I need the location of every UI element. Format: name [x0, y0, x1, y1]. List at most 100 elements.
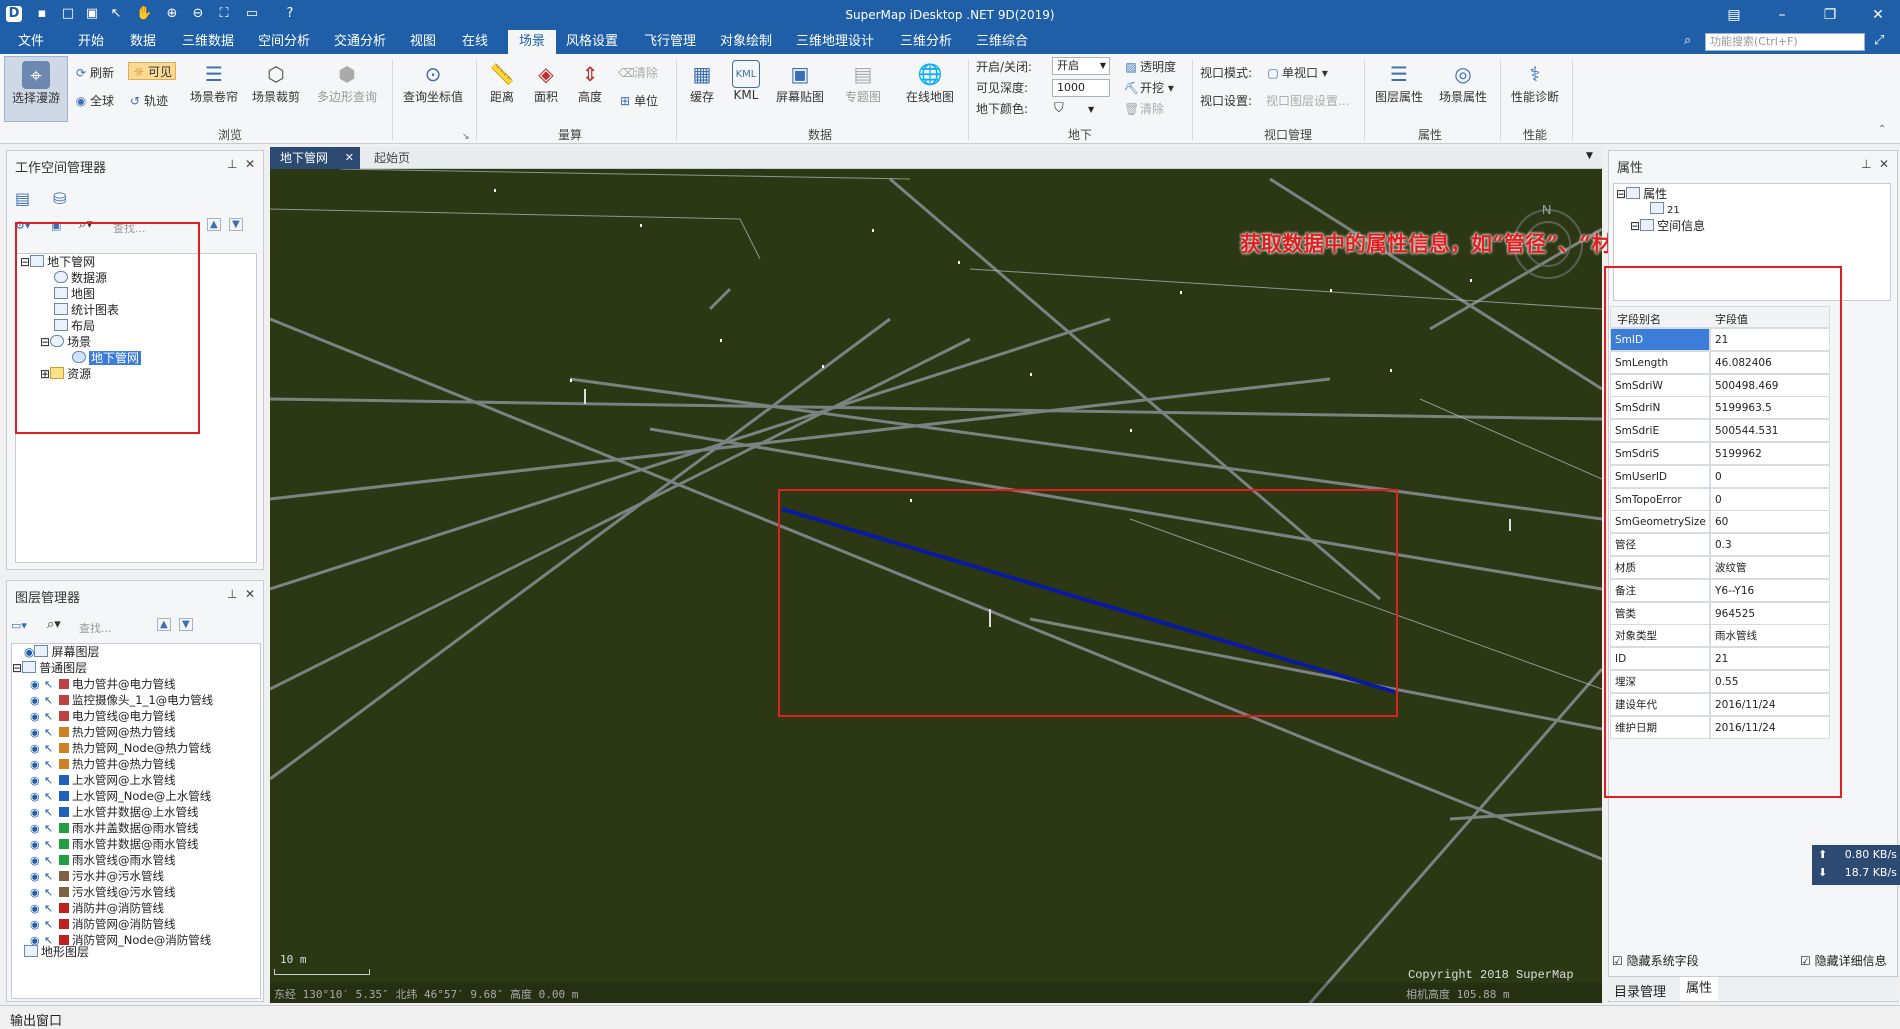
selectable-icon[interactable]: ↖: [44, 885, 56, 901]
selectable-icon[interactable]: ↖: [44, 917, 56, 933]
open-workspace-icon[interactable]: ⚙▾: [15, 219, 30, 232]
attribute-row[interactable]: 对象类型 雨水管线: [1610, 624, 1830, 648]
attribute-row[interactable]: 备注 Y6--Y16: [1610, 578, 1830, 602]
pin-icon[interactable]: ⊥: [227, 157, 237, 171]
selectable-icon[interactable]: ↖: [44, 901, 56, 917]
attribute-row[interactable]: 维护日期 2016/11/24: [1610, 715, 1830, 739]
visible-eye-icon[interactable]: ◉: [30, 805, 44, 821]
selectable-icon[interactable]: ↖: [44, 853, 56, 869]
selectable-icon[interactable]: ↖: [44, 741, 56, 757]
visible-eye-icon[interactable]: ◉: [30, 853, 44, 869]
tree-node-datasource[interactable]: 数据源: [54, 270, 107, 286]
scene-clip-button[interactable]: ⬡ 场景裁剪: [248, 60, 304, 105]
attribute-row[interactable]: SmLength 46.082406: [1610, 350, 1830, 374]
layer-style-icon[interactable]: ▭▾: [11, 619, 27, 632]
move-down-icon[interactable]: ▼: [179, 618, 193, 631]
attribute-row[interactable]: 埋深 0.55: [1610, 670, 1830, 693]
visible-eye-icon[interactable]: ◉: [30, 773, 44, 789]
cache-button[interactable]: ▦ 缓存: [682, 60, 722, 105]
selectable-icon[interactable]: ↖: [44, 693, 56, 709]
visible-eye-icon[interactable]: ◉: [30, 917, 44, 933]
pin-icon[interactable]: ⊥: [1861, 157, 1871, 171]
pipe-network-scene[interactable]: N: [270, 169, 1602, 1003]
track-button[interactable]: ↺ 轨迹: [128, 92, 168, 110]
pin-icon[interactable]: ⊥: [227, 587, 237, 601]
layer-item[interactable]: ◉ ↖ 热力管网@热力管线: [30, 724, 176, 740]
unit-button[interactable]: ⊞ 单位: [618, 92, 658, 110]
tree-node-scene[interactable]: ⊟ 场景: [40, 334, 91, 350]
layer-item[interactable]: ◉ ↖ 上水管网@上水管线: [30, 772, 176, 788]
tree-node-workspace[interactable]: ⊟ 地下管网: [20, 254, 95, 270]
visible-depth-input[interactable]: 1000: [1052, 79, 1110, 97]
hide-detail-checkbox[interactable]: ☑ 隐藏详细信息: [1800, 952, 1887, 969]
layer-group-terrain[interactable]: 地形图层: [24, 944, 89, 960]
menu-data[interactable]: 数据: [124, 30, 162, 54]
attribute-row[interactable]: 材质 波纹管: [1610, 556, 1830, 579]
layer-item[interactable]: ◉ ↖ 消防井@消防管线: [30, 900, 164, 916]
layer-item[interactable]: ◉ ↖ 雨水管井数据@雨水管线: [30, 836, 199, 852]
tree-node-chart[interactable]: 统计图表: [54, 302, 119, 318]
attribute-row[interactable]: SmSdriS 5199962: [1610, 442, 1830, 465]
expand-icon[interactable]: ⤢: [1874, 33, 1884, 48]
visible-toggle[interactable]: ☼ 可见: [128, 62, 177, 80]
tab-properties[interactable]: 属性: [1680, 977, 1719, 1001]
selectable-icon[interactable]: ↖: [44, 869, 56, 885]
locate-icon[interactable]: ▣: [51, 219, 61, 232]
close-panel-icon[interactable]: ✕: [1879, 157, 1889, 171]
visible-eye-icon[interactable]: ◉: [30, 677, 44, 693]
menu-traffic-analysis[interactable]: 交通分析: [328, 30, 392, 54]
distance-button[interactable]: 📏 距离: [482, 60, 522, 105]
selectable-icon[interactable]: ↖: [44, 789, 56, 805]
tree-node-scene-pipe[interactable]: 地下管网: [72, 350, 142, 366]
attribute-row[interactable]: SmSdriE 500544.531: [1610, 419, 1830, 443]
menu-flight[interactable]: 飞行管理: [638, 30, 702, 54]
selected-pipe[interactable]: [781, 507, 1396, 694]
close-panel-icon[interactable]: ✕: [245, 157, 255, 171]
visible-eye-icon[interactable]: ◉: [30, 789, 44, 805]
layer-item[interactable]: ◉ ↖ 电力管线@电力管线: [30, 708, 176, 724]
scene-viewport[interactable]: N 10 m 东经 130°10′ 5.35″ 北纬 46°57′ 9.68″ …: [270, 169, 1602, 1003]
scene-property-button[interactable]: ◎ 场景属性: [1434, 60, 1492, 105]
selectable-icon[interactable]: ↖: [44, 805, 56, 821]
layer-item[interactable]: ◉ ↖ 上水管网_Node@上水管线: [30, 788, 211, 804]
perf-diagnose-button[interactable]: ⚕ 性能诊断: [1506, 60, 1564, 105]
function-search-input[interactable]: 功能搜索(Ctrl+F): [1705, 33, 1865, 51]
output-window-tab[interactable]: 输出窗口: [10, 1010, 62, 1029]
viewport-mode-select[interactable]: ▢ 单视口 ▾: [1266, 64, 1328, 82]
area-button[interactable]: ◈ 面积: [526, 60, 566, 105]
minimize-button[interactable]: –: [1762, 4, 1802, 26]
menu-scene[interactable]: 场景: [508, 30, 556, 54]
menu-view[interactable]: 视图: [404, 30, 442, 54]
excavate-button[interactable]: ⛏开挖 ▾: [1124, 79, 1174, 97]
layer-item[interactable]: ◉ ↖ 热力管网_Node@热力管线: [30, 740, 211, 756]
menu-3d-design[interactable]: 三维地理设计: [790, 30, 880, 54]
visible-eye-icon[interactable]: ◉: [30, 757, 44, 773]
tab-pipe-scene[interactable]: 地下管网 ✕: [270, 147, 360, 169]
menu-draw-object[interactable]: 对象绘制: [714, 30, 778, 54]
visible-eye-icon[interactable]: ◉: [30, 885, 44, 901]
tab-catalog[interactable]: 目录管理: [1614, 981, 1666, 1000]
search-icon[interactable]: ⌕▾: [47, 617, 61, 632]
underground-clear-button[interactable]: 🗑清除: [1124, 100, 1164, 118]
menu-style[interactable]: 风格设置: [560, 30, 624, 54]
prop-tree-id[interactable]: 21: [1650, 202, 1680, 218]
visible-eye-icon[interactable]: ◉: [30, 901, 44, 917]
layer-item[interactable]: ◉ ↖ 污水管线@污水管线: [30, 884, 176, 900]
select-roam-button[interactable]: ⌖ 选择漫游: [4, 56, 68, 122]
layer-item[interactable]: ◉ ↖ 监控摄像头_1_1@电力管线: [30, 692, 213, 708]
screen-map-button[interactable]: ▣ 屏幕贴图: [770, 60, 830, 105]
measure-clear-button[interactable]: ⌫清除: [618, 64, 658, 82]
tab-start-page[interactable]: 起始页: [366, 147, 436, 169]
underground-toggle-select[interactable]: 开启 ▼: [1052, 57, 1110, 75]
visible-eye-icon[interactable]: ◉: [30, 693, 44, 709]
restore-layout-icon[interactable]: ▤: [1714, 4, 1754, 26]
viewport-layer-setting[interactable]: 视口图层设置...: [1266, 92, 1349, 110]
selectable-icon[interactable]: ↖: [44, 821, 56, 837]
globe-full-button[interactable]: ◉ 全球: [74, 92, 114, 110]
prop-tree-root[interactable]: ⊟ 属性: [1616, 186, 1667, 202]
transparency-button[interactable]: ▨ 透明度: [1124, 58, 1176, 76]
height-button[interactable]: ⇕ 高度: [570, 60, 610, 105]
visible-eye-icon[interactable]: ◉: [30, 725, 44, 741]
visible-eye-icon[interactable]: ◉: [30, 741, 44, 757]
workspace-search-input[interactable]: 查找...: [113, 220, 146, 236]
